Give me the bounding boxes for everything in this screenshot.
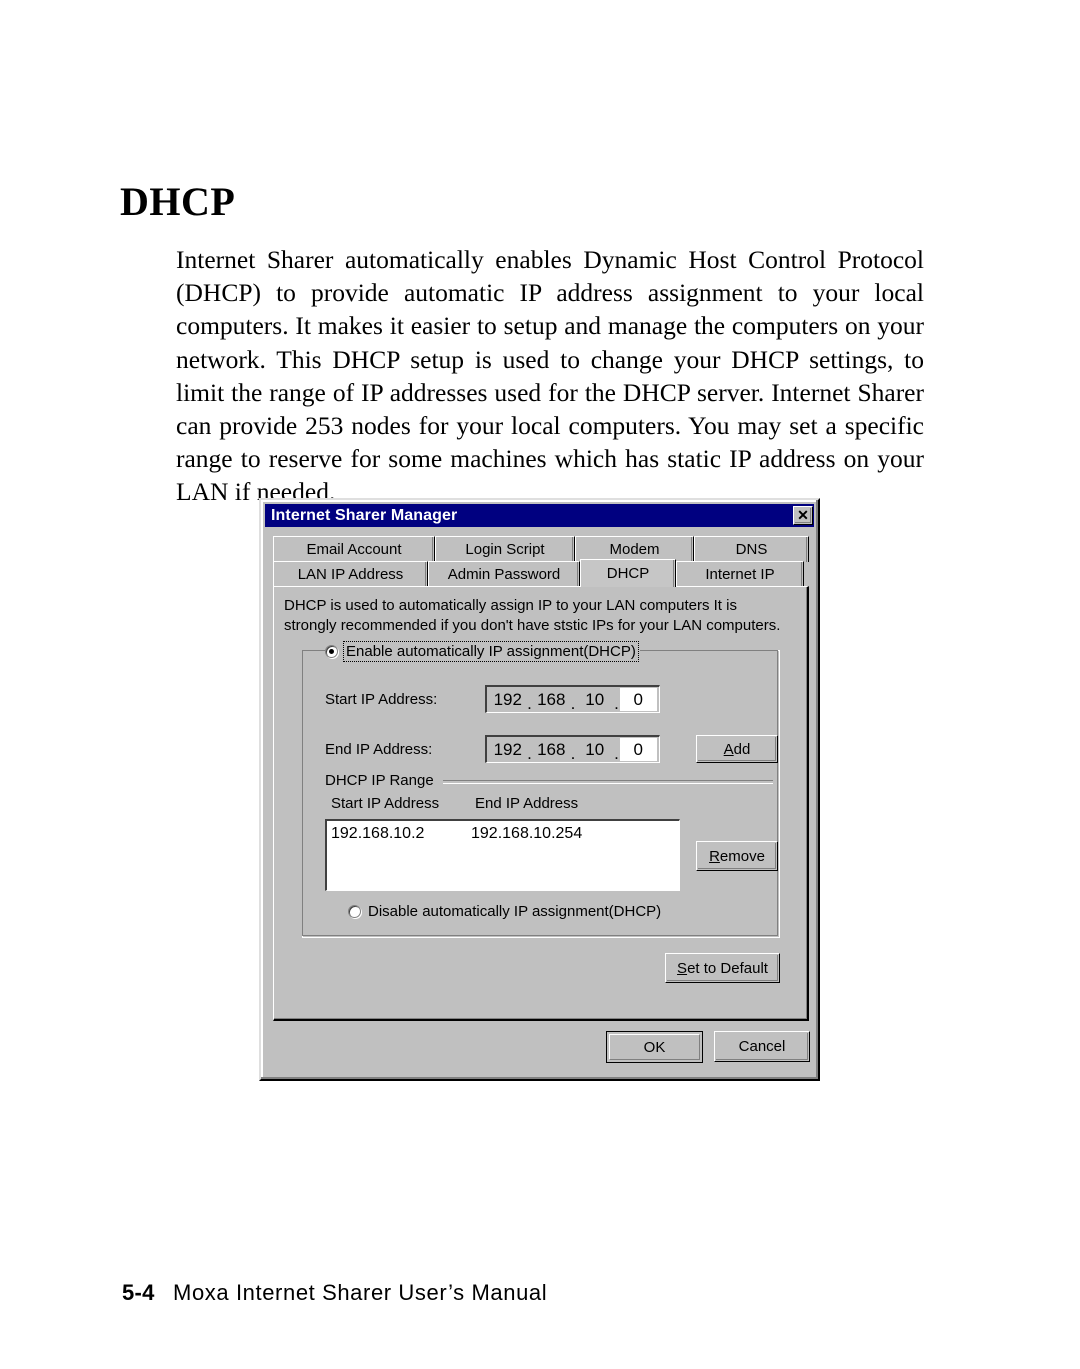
tab-strip: Email Account Login Script Modem DNS LAN… [273,536,809,588]
remove-button[interactable]: Remove [696,841,778,871]
internet-sharer-manager-dialog: Internet Sharer Manager ✕ Email Account … [259,498,820,1081]
tab-login-script[interactable]: Login Script [435,536,575,562]
end-ip-input[interactable]: 192 . 168 . 10 . 0 [485,735,660,763]
table-row[interactable]: 192.168.10.2 192.168.10.254 [327,821,679,843]
ip-separator: . [614,744,619,763]
end-ip-octet-1[interactable]: 192 [489,741,527,758]
tab-row-top: Email Account Login Script Modem DNS [273,536,809,562]
tab-label: Login Script [465,541,545,558]
enable-dhcp-radio-label: Enable automatically IP assignment(DHCP) [343,640,639,662]
tab-label: Modem [609,541,660,558]
tab-label: LAN IP Address [297,566,404,583]
start-ip-octet-4[interactable]: 0 [619,688,657,711]
range-column-start: Start IP Address [331,795,440,812]
dhcp-settings-groupbox: Enable automatically IP assignment(DHCP)… [302,640,780,938]
remove-button-label: Remove [709,847,765,865]
range-column-end: End IP Address [475,795,579,812]
set-to-default-label: Set to Default [677,959,768,977]
cancel-button[interactable]: Cancel [714,1031,810,1062]
enable-dhcp-radio[interactable] [325,644,338,658]
range-row-start-ip: 192.168.10.2 [331,825,425,842]
enable-dhcp-radio-group[interactable]: Enable automatically IP assignment(DHCP) [325,640,640,662]
end-ip-label: End IP Address: [325,740,433,758]
body-paragraph: Internet Sharer automatically enables Dy… [176,245,924,507]
dhcp-ip-range-title: DHCP IP Range [325,772,439,789]
disable-dhcp-radio-label: Disable automatically IP assignment(DHCP… [368,903,662,920]
tab-lan-ip-address[interactable]: LAN IP Address [273,561,428,587]
ip-separator: . [570,744,576,763]
start-ip-input[interactable]: 192 . 168 . 10 . 0 [485,685,660,713]
ip-separator: . [614,694,619,713]
range-row-end-ip: 192.168.10.254 [471,825,583,842]
tab-internet-ip[interactable]: Internet IP [676,561,804,587]
tab-admin-password[interactable]: Admin Password [428,561,580,587]
ip-separator: . [527,744,532,763]
start-ip-field-row: Start IP Address: 192 . 168 . 10 . 0 [325,685,660,713]
dhcp-range-listbox[interactable]: 192.168.10.2 192.168.10.254 [325,819,680,891]
close-icon: ✕ [797,506,809,523]
page-footer: 5-4 Moxa Internet Sharer User’s Manual [122,1280,547,1306]
ok-button-label: OK [643,1038,666,1056]
set-to-default-button[interactable]: Set to Default [665,953,780,983]
footer-manual-title: Moxa Internet Sharer User’s Manual [173,1280,548,1305]
ip-separator: . [570,694,576,713]
disable-dhcp-radio-group[interactable]: Disable automatically IP assignment(DHCP… [348,903,661,920]
ok-button[interactable]: OK [606,1031,703,1063]
tab-label: Admin Password [447,566,561,583]
dialog-title: Internet Sharer Manager [271,506,458,524]
start-ip-label: Start IP Address: [325,690,438,708]
end-ip-octet-4[interactable]: 0 [619,738,657,761]
add-button[interactable]: Add [696,735,778,763]
dialog-titlebar: Internet Sharer Manager ✕ [265,504,814,527]
end-ip-octet-2[interactable]: 168 [533,741,571,758]
tab-dhcp[interactable]: DHCP [580,559,676,587]
start-ip-octet-1[interactable]: 192 [489,691,527,708]
panel-description: DHCP is used to automatically assign IP … [284,597,781,634]
start-ip-octet-3[interactable]: 10 [576,691,614,708]
tab-row-bottom: LAN IP Address Admin Password DHCP Inter… [273,559,809,587]
page-title: DHCP [120,179,236,224]
tab-label: Internet IP [705,566,775,583]
end-ip-field-row: End IP Address: 192 . 168 . 10 . 0 [325,735,660,763]
end-ip-octet-3[interactable]: 10 [576,741,614,758]
tab-label: DNS [735,541,768,558]
close-button[interactable]: ✕ [793,506,813,525]
tab-label: DHCP [606,565,650,582]
ip-separator: . [527,694,532,713]
footer-page-number: 5-4 [122,1280,155,1305]
tab-dns[interactable]: DNS [694,536,809,562]
tab-label: Email Account [306,541,402,558]
tab-email-account[interactable]: Email Account [273,536,435,562]
dhcp-ip-range-divider [443,780,773,784]
cancel-button-label: Cancel [738,1038,786,1055]
disable-dhcp-radio[interactable] [348,905,361,918]
start-ip-octet-2[interactable]: 168 [533,691,571,708]
add-button-label: Add [723,740,751,758]
dhcp-tab-panel: DHCP is used to automatically assign IP … [273,586,809,1021]
